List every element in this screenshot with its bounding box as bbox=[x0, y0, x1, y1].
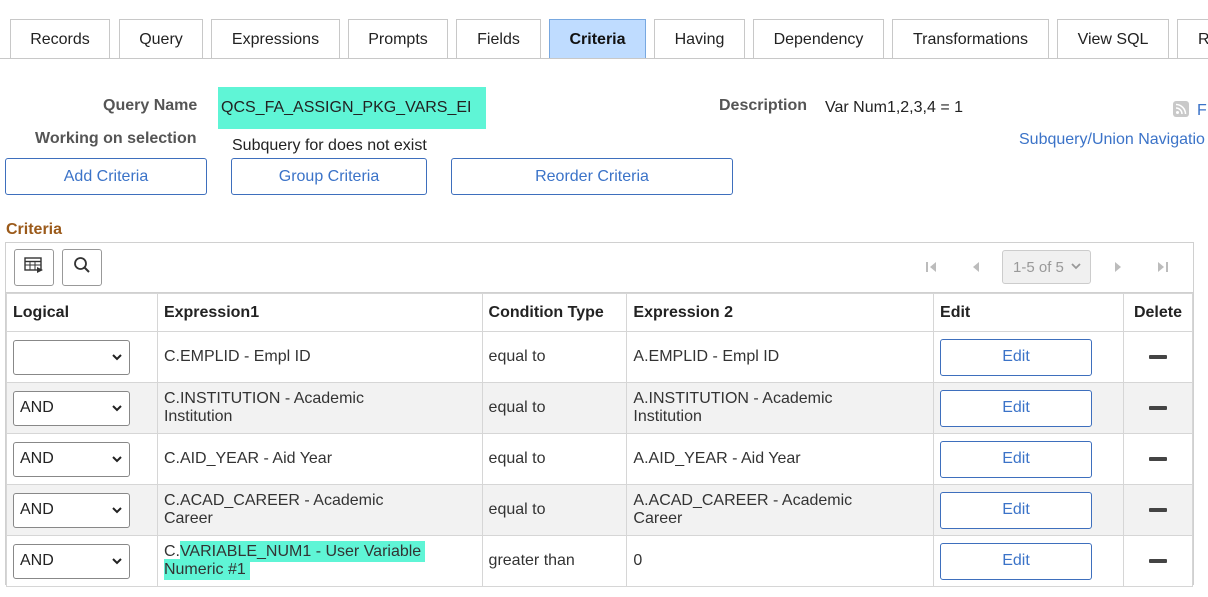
minus-icon bbox=[1148, 406, 1167, 410]
tab-dependency[interactable]: Dependency bbox=[753, 19, 884, 58]
minus-icon bbox=[1148, 355, 1167, 359]
delete-row-button[interactable] bbox=[1130, 355, 1186, 359]
delete-row-button[interactable] bbox=[1130, 457, 1186, 461]
tab-overflow[interactable]: R bbox=[1177, 19, 1208, 58]
criteria-grid: 1-5 of 5 Logical Expression1 Condition T… bbox=[5, 242, 1194, 587]
logical-value: AND bbox=[20, 450, 54, 467]
tab-expressions[interactable]: Expressions bbox=[211, 19, 340, 58]
expression1-line2: Institution bbox=[163, 408, 233, 425]
working-on-selection-label: Working on selection bbox=[35, 130, 197, 147]
logical-select[interactable]: AND bbox=[13, 492, 130, 528]
chevron-down-icon bbox=[111, 350, 123, 369]
description-label: Description bbox=[719, 97, 808, 114]
column-header-expression1: Expression1 bbox=[156, 293, 483, 332]
edit-button[interactable]: Edit bbox=[940, 338, 1093, 376]
delete-row-button[interactable] bbox=[1130, 508, 1186, 512]
tab-prompts[interactable]: Prompts bbox=[348, 19, 448, 58]
logical-value: AND bbox=[20, 399, 54, 416]
expression2-line1: A.INSTITUTION - Academic bbox=[633, 390, 833, 407]
tab-query[interactable]: Query bbox=[119, 19, 203, 58]
expression2-line1: A.ACAD_CAREER - Academic bbox=[633, 492, 853, 509]
minus-icon bbox=[1148, 559, 1167, 563]
edit-button[interactable]: Edit bbox=[940, 491, 1093, 529]
edit-button[interactable]: Edit bbox=[940, 542, 1093, 580]
column-header-logical: Logical bbox=[6, 293, 158, 332]
working-on-selection-value: Subquery for does not exist bbox=[232, 137, 427, 154]
column-header-edit: Edit bbox=[933, 293, 1124, 332]
expression2-cell: 0 bbox=[633, 552, 643, 569]
feed-icon[interactable] bbox=[1173, 101, 1189, 117]
query-name-label: Query Name bbox=[103, 97, 198, 114]
chevron-down-icon bbox=[111, 401, 123, 420]
reorder-criteria-button[interactable]: Reorder Criteria bbox=[451, 158, 733, 195]
table-row: AND C.AID_YEAR - Aid Year equal to A.AID… bbox=[6, 433, 1194, 485]
condition-type-cell: equal to bbox=[488, 501, 546, 518]
table-row: AND C.ACAD_CAREER - Academic Career equal… bbox=[6, 484, 1194, 536]
tab-fields[interactable]: Fields bbox=[456, 19, 541, 58]
grid-toolbar: 1-5 of 5 bbox=[6, 243, 1193, 293]
logical-select[interactable]: AND bbox=[13, 543, 130, 579]
column-header-expression2: Expression 2 bbox=[626, 293, 935, 332]
edit-button[interactable]: Edit bbox=[940, 389, 1093, 427]
expression1-line2-highlighted: Numeric #1 bbox=[163, 559, 250, 580]
grid-settings-icon bbox=[24, 257, 44, 278]
condition-type-cell: equal to bbox=[488, 450, 546, 467]
delete-row-button[interactable] bbox=[1130, 406, 1186, 410]
expression1-cell: C.AID_YEAR - Aid Year bbox=[163, 450, 333, 467]
search-icon bbox=[73, 256, 91, 279]
query-name-value: QCS_FA_ASSIGN_PKG_VARS_EI bbox=[218, 87, 486, 129]
expression2-line2: Institution bbox=[633, 408, 702, 425]
last-page-icon[interactable] bbox=[1153, 257, 1173, 277]
table-row: C.EMPLID - Empl ID equal to A.EMPLID - E… bbox=[6, 331, 1194, 383]
chevron-down-icon bbox=[111, 503, 123, 522]
chevron-down-icon bbox=[1070, 259, 1082, 277]
tab-view-sql[interactable]: View SQL bbox=[1057, 19, 1169, 58]
subquery-union-navigation-link[interactable]: Subquery/Union Navigatio bbox=[1019, 131, 1205, 149]
delete-row-button[interactable] bbox=[1130, 559, 1186, 563]
expression1-line1: C.INSTITUTION - Academic bbox=[163, 390, 364, 407]
tab-transformations[interactable]: Transformations bbox=[892, 19, 1049, 58]
tab-records[interactable]: Records bbox=[10, 19, 110, 58]
logical-select[interactable]: AND bbox=[13, 390, 130, 426]
logical-select[interactable]: AND bbox=[13, 441, 130, 477]
expression1-prefix: C. bbox=[163, 543, 180, 560]
chevron-down-icon bbox=[111, 452, 123, 471]
first-page-icon[interactable] bbox=[921, 257, 941, 277]
next-page-icon[interactable] bbox=[1108, 257, 1128, 277]
tab-having[interactable]: Having bbox=[654, 19, 745, 58]
find-in-grid-button[interactable] bbox=[62, 249, 102, 286]
table-row: AND C.INSTITUTION - Academic Institution … bbox=[6, 382, 1194, 434]
personalize-grid-button[interactable] bbox=[14, 249, 54, 286]
tab-criteria[interactable]: Criteria bbox=[549, 19, 646, 58]
previous-page-icon[interactable] bbox=[966, 257, 986, 277]
logical-value: AND bbox=[20, 501, 54, 518]
logical-select[interactable] bbox=[13, 339, 130, 375]
criteria-table: Logical Expression1 Condition Type Expre… bbox=[6, 293, 1194, 587]
logical-value: AND bbox=[20, 552, 54, 569]
group-criteria-button[interactable]: Group Criteria bbox=[231, 158, 427, 195]
expression1-line1: C.ACAD_CAREER - Academic bbox=[163, 492, 384, 509]
chevron-down-icon bbox=[111, 554, 123, 573]
expression2-cell: A.EMPLID - Empl ID bbox=[633, 348, 780, 365]
page-range-label: 1-5 of 5 bbox=[1013, 258, 1064, 276]
table-row: AND C.VARIABLE_NUM1 - User Variable Numer… bbox=[6, 535, 1194, 587]
expression2-cell: A.AID_YEAR - Aid Year bbox=[633, 450, 801, 467]
edit-button[interactable]: Edit bbox=[940, 440, 1093, 478]
minus-icon bbox=[1148, 457, 1167, 461]
page-range-select[interactable]: 1-5 of 5 bbox=[1002, 250, 1091, 284]
condition-type-cell: greater than bbox=[488, 552, 575, 569]
expression2-line2: Career bbox=[633, 510, 683, 527]
expression1-cell: C.EMPLID - Empl ID bbox=[163, 348, 311, 365]
minus-icon bbox=[1148, 508, 1167, 512]
column-header-delete: Delete bbox=[1122, 293, 1194, 332]
feed-link[interactable]: F bbox=[1197, 102, 1207, 120]
tab-bar: Records Query Expressions Prompts Fields… bbox=[0, 0, 1208, 59]
add-criteria-button[interactable]: Add Criteria bbox=[5, 158, 207, 195]
condition-type-cell: equal to bbox=[488, 348, 546, 365]
description-value: Var Num1,2,3,4 = 1 bbox=[825, 99, 963, 116]
criteria-section-title: Criteria bbox=[6, 221, 63, 238]
condition-type-cell: equal to bbox=[488, 399, 546, 416]
expression1-line2: Career bbox=[163, 510, 213, 527]
column-header-condition-type: Condition Type bbox=[481, 293, 628, 332]
